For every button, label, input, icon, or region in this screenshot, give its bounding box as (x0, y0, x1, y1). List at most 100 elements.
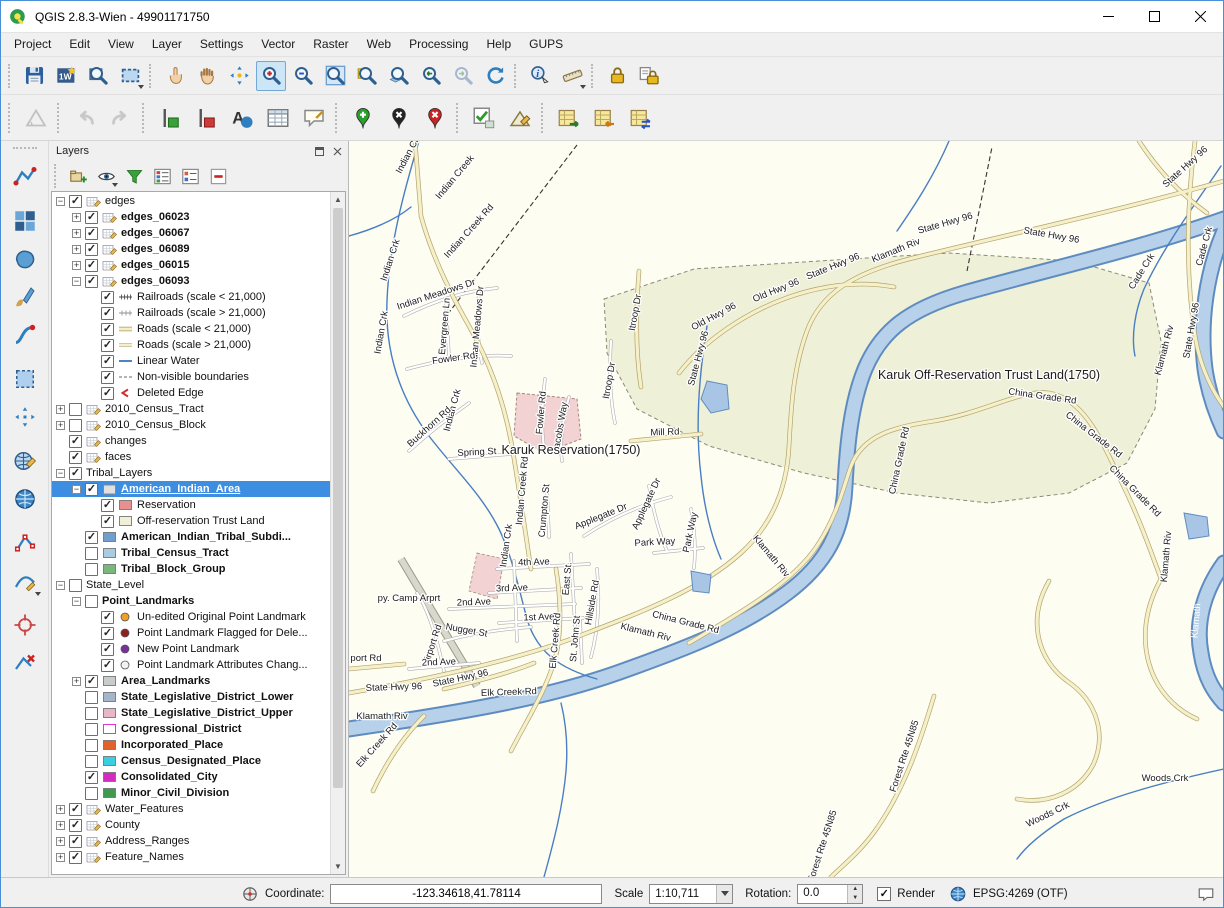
edit-flag-red-icon[interactable] (189, 101, 223, 135)
layer-row[interactable]: State_Legislative_District_Lower (52, 689, 330, 705)
toolbar-grip[interactable] (514, 64, 521, 88)
layer-row[interactable]: ✓Un-edited Original Point Landmark (52, 609, 330, 625)
rotation-spinner[interactable]: 0.0 ▲▼ (797, 884, 863, 904)
layer-row[interactable]: ✓Deleted Edge (52, 385, 330, 401)
identify-icon[interactable]: i (525, 61, 555, 91)
fill-polygon-icon[interactable] (8, 242, 42, 276)
layer-checkbox[interactable] (85, 755, 98, 768)
layer-checkbox[interactable]: ✓ (101, 291, 114, 304)
snap-crosshair-icon[interactable] (8, 608, 42, 642)
layer-checkbox[interactable] (85, 691, 98, 704)
layer-row[interactable]: +✓Address_Ranges (52, 833, 330, 849)
edit-flag-green-icon[interactable] (153, 101, 187, 135)
layer-checkbox[interactable]: ✓ (85, 483, 98, 496)
expand-icon[interactable]: + (56, 821, 65, 830)
toolbar-grip[interactable] (54, 164, 61, 188)
close-panel-icon[interactable] (330, 144, 344, 158)
layer-checkbox[interactable]: ✓ (101, 339, 114, 352)
layer-row[interactable]: Congressional_District (52, 721, 330, 737)
layer-row[interactable]: ✓Roads (scale < 21,000) (52, 321, 330, 337)
layer-row[interactable]: Incorporated_Place (52, 737, 330, 753)
add-point-landmark-icon[interactable] (346, 101, 380, 135)
toolbar-grip[interactable] (8, 103, 15, 133)
pan-map-icon[interactable] (192, 61, 222, 91)
select-rectangle-icon[interactable] (115, 61, 145, 91)
select-area-icon[interactable] (8, 362, 42, 396)
layer-checkbox[interactable]: ✓ (85, 243, 98, 256)
layer-checkbox[interactable]: ✓ (69, 819, 82, 832)
layer-row[interactable]: Census_Designated_Place (52, 753, 330, 769)
expand-icon[interactable]: + (72, 245, 81, 254)
layer-row[interactable]: +✓Area_Landmarks (52, 673, 330, 689)
map-composer-icon[interactable]: 1W (51, 61, 81, 91)
layer-row[interactable]: State_Legislative_District_Upper (52, 705, 330, 721)
spin-down-icon[interactable]: ▼ (848, 894, 862, 903)
layer-checkbox[interactable]: ✓ (101, 627, 114, 640)
layer-row[interactable]: ✓Consolidated_City (52, 769, 330, 785)
layer-checkbox[interactable] (85, 787, 98, 800)
menu-edit[interactable]: Edit (60, 33, 99, 56)
layer-row[interactable]: ✓changes (52, 433, 330, 449)
lock-layers-icon[interactable] (634, 61, 664, 91)
menu-layer[interactable]: Layer (143, 33, 191, 56)
layer-checkbox[interactable]: ✓ (85, 531, 98, 544)
layer-row[interactable]: ✓Linear Water (52, 353, 330, 369)
layer-row[interactable]: ✓Non-visible boundaries (52, 369, 330, 385)
layer-checkbox[interactable]: ✓ (101, 659, 114, 672)
scroll-down-icon[interactable]: ▼ (331, 859, 345, 874)
menu-raster[interactable]: Raster (304, 33, 357, 56)
maximize-button[interactable] (1131, 1, 1177, 32)
menu-settings[interactable]: Settings (191, 33, 252, 56)
layer-checkbox[interactable]: ✓ (69, 451, 82, 464)
expand-icon[interactable]: + (56, 421, 65, 430)
layer-checkbox[interactable]: ✓ (101, 515, 114, 528)
layer-checkbox[interactable]: ✓ (101, 643, 114, 656)
layer-checkbox[interactable]: ✓ (101, 307, 114, 320)
layer-row[interactable]: +✓edges_06023 (52, 209, 330, 225)
expand-icon[interactable]: + (72, 229, 81, 238)
layer-checkbox[interactable]: ✓ (69, 435, 82, 448)
validate-geometry-icon[interactable] (467, 101, 501, 135)
zoom-out-icon[interactable] (288, 61, 318, 91)
layer-checkbox[interactable]: ✓ (69, 835, 82, 848)
filter-legend-icon[interactable] (121, 163, 147, 189)
menu-project[interactable]: Project (5, 33, 60, 56)
layer-checkbox[interactable]: ✓ (69, 851, 82, 864)
attribute-table-icon[interactable] (261, 101, 295, 135)
layer-row[interactable]: ✓Off-reservation Trust Land (52, 513, 330, 529)
layer-row[interactable]: −✓edges_06093 (52, 273, 330, 289)
toolbar-grip[interactable] (456, 103, 463, 133)
zoom-to-selection-icon[interactable] (352, 61, 382, 91)
expand-icon[interactable]: + (72, 677, 81, 686)
menu-web[interactable]: Web (358, 33, 400, 56)
flag-point-landmark-icon[interactable] (382, 101, 416, 135)
bend-tool-icon[interactable] (8, 318, 42, 352)
layer-row[interactable]: +✓Water_Features (52, 801, 330, 817)
globe-tool-icon[interactable] (8, 482, 42, 516)
layer-checkbox[interactable]: ✓ (85, 211, 98, 224)
expand-icon[interactable]: + (72, 261, 81, 270)
digitize-line-icon[interactable] (8, 160, 42, 194)
layers-scrollbar[interactable]: ▲ ▼ (330, 192, 345, 874)
layer-checkbox[interactable]: ✓ (85, 675, 98, 688)
transfer-changes-icon[interactable] (624, 101, 658, 135)
menu-gups[interactable]: GUPS (520, 33, 572, 56)
toolbar-grip[interactable] (335, 103, 342, 133)
layer-checkbox[interactable] (69, 419, 82, 432)
toolbar-grip[interactable] (591, 64, 598, 88)
layer-row[interactable]: ✓Roads (scale > 21,000) (52, 337, 330, 353)
layer-checkbox[interactable]: ✓ (85, 771, 98, 784)
toolbar-grip[interactable] (541, 103, 548, 133)
label-tool-icon[interactable]: A (225, 101, 259, 135)
dropdown-arrow-icon[interactable] (138, 85, 144, 89)
toolbar-grip[interactable] (8, 64, 15, 88)
collapse-icon[interactable]: − (56, 581, 65, 590)
layer-row[interactable]: ✓Reservation (52, 497, 330, 513)
layer-row[interactable]: +✓edges_06089 (52, 241, 330, 257)
scroll-up-icon[interactable]: ▲ (331, 192, 345, 207)
layer-row[interactable]: Tribal_Census_Tract (52, 545, 330, 561)
touch-zoom-icon[interactable] (160, 61, 190, 91)
layer-row[interactable]: Tribal_Block_Group (52, 561, 330, 577)
move-feature-icon[interactable] (8, 400, 42, 434)
layer-checkbox[interactable]: ✓ (69, 195, 82, 208)
